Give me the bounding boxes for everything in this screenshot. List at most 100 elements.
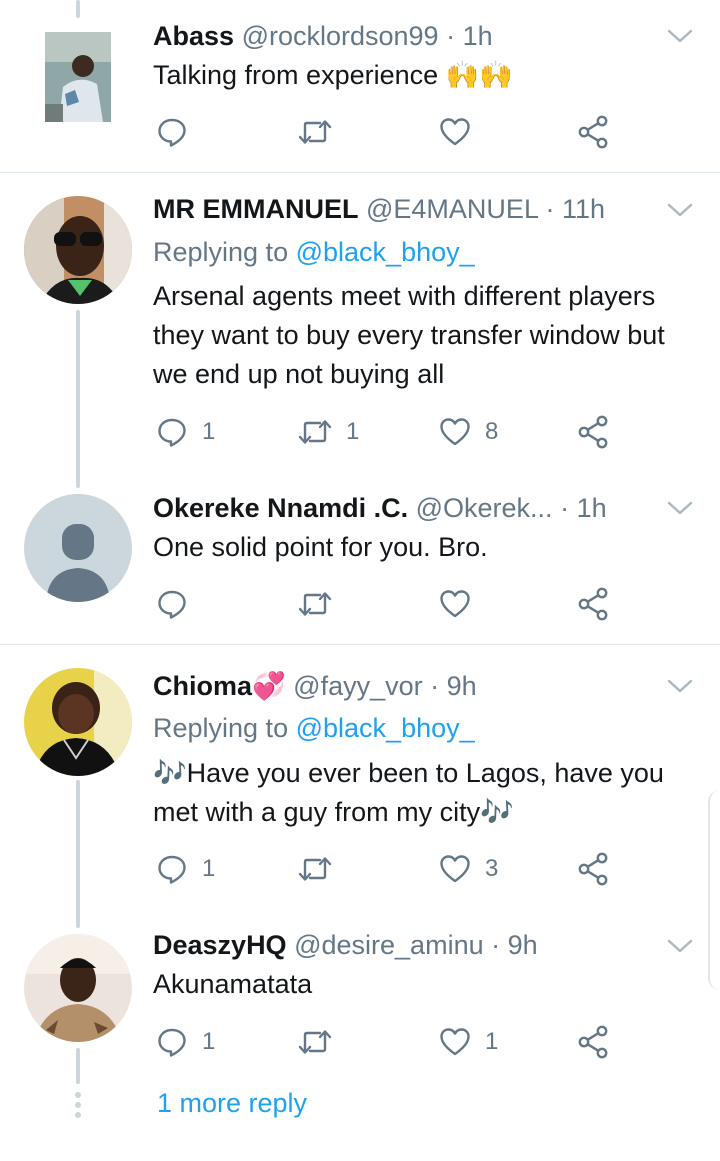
share-icon [578, 1025, 608, 1059]
tweet-header: Abass @rocklordson99 · 1h [153, 19, 660, 53]
default-avatar[interactable] [24, 494, 132, 602]
tweet-header: DeaszyHQ @desire_aminu · 9h [153, 928, 660, 962]
reply-button[interactable]: 1 [156, 412, 215, 452]
author-name[interactable]: DeaszyHQ [153, 930, 287, 960]
timestamp[interactable]: 11h [562, 194, 605, 224]
like-button[interactable] [439, 584, 471, 624]
chevron-down-icon[interactable] [666, 200, 694, 220]
share-icon [578, 587, 608, 621]
like-count: 3 [485, 855, 499, 882]
thread-continuation-dots [74, 1092, 82, 1122]
share-button[interactable] [577, 1022, 609, 1062]
separator-dot: · [430, 671, 440, 701]
tweet-header: MR EMMANUEL @E4MANUEL · 11h [153, 192, 660, 226]
reply-icon [158, 855, 186, 884]
reply-count: 1 [202, 1028, 216, 1055]
more-replies-link[interactable]: 1 more reply [157, 1088, 307, 1119]
heart-icon [440, 590, 470, 618]
thread-line [76, 0, 80, 18]
divider [0, 172, 720, 173]
retweet-icon [298, 420, 332, 444]
share-icon [578, 852, 608, 886]
replying-to-mention[interactable]: @black_bhoy_ [296, 237, 475, 267]
thread-line [76, 310, 80, 488]
like-button[interactable]: 1 [439, 1022, 498, 1062]
tweet-actions: 1 1 8 [153, 412, 623, 452]
share-button[interactable] [577, 412, 609, 452]
retweet-icon [298, 120, 332, 144]
like-count: 1 [485, 1028, 499, 1055]
chevron-down-icon[interactable] [666, 676, 694, 696]
separator-dot: · [560, 493, 570, 523]
timestamp[interactable]: 9h [508, 930, 538, 960]
reply-icon [158, 118, 186, 147]
author-name[interactable]: MR EMMANUEL [153, 194, 358, 224]
reply-count: 1 [202, 855, 216, 882]
heart-icon [440, 418, 470, 446]
scroll-indicator [708, 790, 720, 990]
like-button[interactable] [439, 112, 471, 152]
author-handle[interactable]: @rocklordson99 [242, 21, 439, 51]
avatar[interactable] [24, 934, 132, 1042]
tweet-text: 🎶Have you ever been to Lagos, have you m… [153, 758, 664, 827]
retweet-button[interactable]: 1 [298, 412, 359, 452]
heart-icon [440, 118, 470, 146]
share-button[interactable] [577, 584, 609, 624]
reply-button[interactable] [156, 112, 188, 152]
avatar[interactable] [24, 196, 132, 304]
author-name[interactable]: Okereke Nnamdi .C. [153, 493, 408, 523]
replying-to-label: Replying to [153, 237, 289, 267]
reply-icon [158, 418, 186, 447]
timestamp[interactable]: 1h [577, 493, 607, 523]
retweet-button[interactable] [298, 584, 332, 624]
like-button[interactable]: 3 [439, 849, 498, 889]
tweet-text: Arsenal agents meet with different playe… [153, 281, 665, 389]
divider [0, 644, 720, 645]
replying-to-mention[interactable]: @black_bhoy_ [296, 713, 475, 743]
tweet-actions [153, 584, 623, 624]
separator-dot: · [545, 194, 555, 224]
retweet-button[interactable] [298, 1022, 332, 1062]
retweet-count: 1 [346, 418, 360, 445]
heart-icon [440, 855, 470, 883]
chevron-down-icon[interactable] [666, 936, 694, 956]
reply-button[interactable]: 1 [156, 849, 215, 889]
share-icon [578, 115, 608, 149]
replying-to: Replying to @black_bhoy_ [153, 711, 475, 745]
heart-icon [440, 1028, 470, 1056]
like-button[interactable]: 8 [439, 412, 498, 452]
replying-to: Replying to @black_bhoy_ [153, 235, 475, 269]
author-handle[interactable]: @Okerek... [416, 493, 553, 523]
retweet-button[interactable] [298, 849, 332, 889]
author-handle[interactable]: @E4MANUEL [366, 194, 538, 224]
reply-button[interactable]: 1 [156, 1022, 215, 1062]
tweet-text: One solid point for you. Bro. [153, 532, 488, 562]
retweet-button[interactable] [298, 112, 332, 152]
retweet-icon [298, 857, 332, 881]
chevron-down-icon[interactable] [666, 26, 694, 46]
chevron-down-icon[interactable] [666, 498, 694, 518]
avatar[interactable] [45, 32, 111, 122]
reply-icon [158, 590, 186, 619]
author-name[interactable]: Chioma💞 [153, 671, 286, 701]
tweet-header: Chioma💞 @fayy_vor · 9h [153, 669, 660, 703]
share-button[interactable] [577, 112, 609, 152]
retweet-icon [298, 592, 332, 616]
timestamp[interactable]: 9h [447, 671, 477, 701]
retweet-icon [298, 1030, 332, 1054]
share-button[interactable] [577, 849, 609, 889]
reply-button[interactable] [156, 584, 188, 624]
timestamp[interactable]: 1h [463, 21, 493, 51]
tweet-header: Okereke Nnamdi .C. @Okerek... · 1h [153, 491, 660, 525]
author-handle[interactable]: @desire_aminu [294, 930, 484, 960]
author-handle[interactable]: @fayy_vor [293, 671, 422, 701]
avatar[interactable] [24, 668, 132, 776]
tweet-text: Akunamatata [153, 969, 313, 999]
share-icon [578, 415, 608, 449]
thread-line [76, 1048, 80, 1084]
tweet-text: Talking from experience 🙌🙌 [153, 60, 513, 90]
tweet-actions [153, 112, 623, 152]
like-count: 8 [485, 418, 499, 445]
reply-count: 1 [202, 418, 216, 445]
author-name[interactable]: Abass [153, 21, 234, 51]
